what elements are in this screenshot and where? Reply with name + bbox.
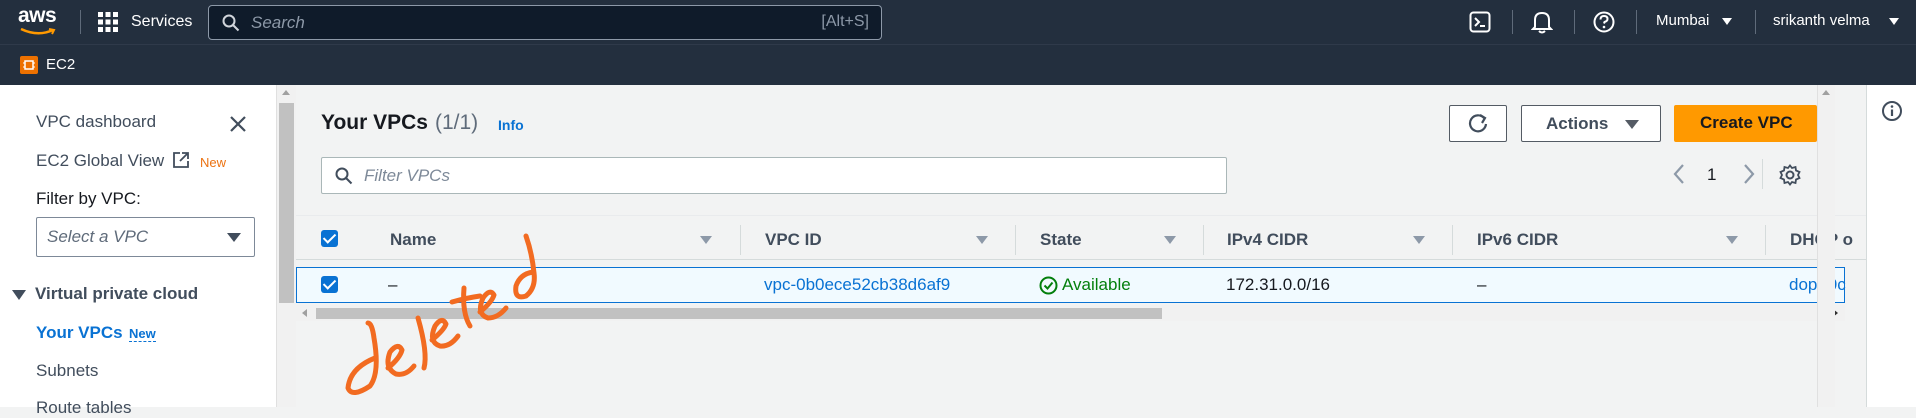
vpc-count: (1/1) — [435, 111, 479, 134]
create-vpc-label: Create VPC — [1700, 113, 1793, 132]
scroll-left-arrow-icon[interactable] — [302, 309, 307, 317]
region-selector[interactable]: Mumbai — [1656, 12, 1736, 34]
scroll-up-arrow-icon[interactable] — [1822, 90, 1830, 95]
close-icon[interactable] — [229, 115, 247, 133]
vpc-filter-placeholder: Select a VPC — [47, 227, 149, 246]
info-link[interactable]: Info — [498, 117, 524, 133]
service-bar: EC2 — [0, 44, 1916, 85]
ec2-icon — [20, 56, 38, 74]
sort-icon[interactable] — [1413, 236, 1425, 244]
grid-icon — [98, 12, 118, 32]
sort-icon[interactable] — [1726, 236, 1738, 244]
select-all-checkbox[interactable] — [321, 230, 338, 247]
column-header-ipv4-cidr[interactable]: IPv4 CIDR — [1227, 230, 1308, 250]
column-divider — [1203, 225, 1204, 255]
nav-divider — [1574, 10, 1575, 34]
refresh-icon — [1468, 114, 1488, 133]
chevron-down-icon — [1722, 18, 1732, 25]
search-shortcut: [Alt+S] — [821, 13, 869, 30]
column-header-vpc-id[interactable]: VPC ID — [765, 230, 822, 250]
row-checkbox[interactable] — [321, 276, 338, 293]
user-label: srikanth velma — [1773, 12, 1870, 29]
sort-icon[interactable] — [976, 236, 988, 244]
chevron-right-icon[interactable] — [1742, 163, 1756, 185]
search-icon — [335, 167, 353, 185]
sidebar: VPC dashboard EC2 Global View New Filter… — [0, 85, 276, 417]
new-badge: New — [129, 326, 156, 342]
filter-vpcs-placeholder: Filter VPCs — [364, 166, 450, 185]
search-icon — [222, 14, 240, 32]
filter-by-vpc-label: Filter by VPC: — [36, 189, 141, 208]
gear-icon[interactable] — [1779, 164, 1801, 186]
cell-vpc-id-link[interactable]: vpc-0b0ece52cb38d6af9 — [764, 275, 950, 295]
sidebar-item-route-tables[interactable]: Route tables — [36, 398, 131, 418]
chevron-down-icon — [1889, 18, 1899, 25]
new-badge: New — [200, 155, 227, 170]
vpc-table-container: Your VPCs (1/1) Info Actions Create VPC … — [296, 85, 1866, 205]
help-icon[interactable] — [1593, 11, 1615, 33]
ec2-shortcut[interactable]: EC2 — [20, 55, 80, 77]
caret-down-icon — [227, 233, 241, 242]
user-menu[interactable]: srikanth velma — [1773, 12, 1899, 34]
nav-divider — [1512, 10, 1513, 34]
search-input[interactable]: Search [Alt+S] — [208, 5, 882, 40]
column-divider — [1452, 225, 1453, 255]
nav-divider — [1636, 10, 1637, 34]
sidebar-item-vpc-dashboard[interactable]: VPC dashboard — [36, 112, 156, 132]
nav-divider — [1755, 10, 1756, 34]
region-label: Mumbai — [1656, 12, 1710, 29]
success-icon — [1039, 276, 1058, 295]
caret-down-icon — [1625, 120, 1639, 129]
search-placeholder: Search — [251, 13, 305, 32]
annotation-text: deleted — [340, 228, 341, 229]
divider — [1762, 159, 1763, 189]
refresh-button[interactable] — [1449, 105, 1507, 142]
sort-icon[interactable] — [1164, 236, 1176, 244]
bell-icon[interactable] — [1531, 10, 1553, 34]
filter-vpcs-input[interactable]: Filter VPCs — [321, 157, 1227, 194]
column-header-ipv6-cidr[interactable]: IPv6 CIDR — [1477, 230, 1558, 250]
services-label: Services — [131, 13, 193, 30]
ec2-label: EC2 — [46, 56, 76, 73]
sidebar-item-subnets[interactable]: Subnets — [36, 361, 98, 381]
scroll-up-arrow-icon[interactable] — [282, 90, 290, 95]
top-nav: aws Services Search [Alt+S] Mumbai srika… — [0, 0, 1916, 44]
cell-ipv6-cidr: – — [1477, 275, 1487, 294]
sidebar-item-ec2-global-view[interactable]: EC2 Global View — [36, 151, 164, 171]
main-scrollbar[interactable] — [1817, 85, 1835, 407]
sort-icon[interactable] — [700, 236, 712, 244]
create-vpc-button[interactable]: Create VPC — [1674, 105, 1817, 142]
external-link-icon — [173, 152, 189, 168]
actions-label: Actions — [1546, 114, 1609, 133]
aws-logo[interactable]: aws — [18, 4, 60, 38]
section-title: Virtual private cloud — [35, 284, 199, 303]
sidebar-scrollbar[interactable] — [276, 85, 296, 407]
services-button[interactable]: Services — [98, 11, 193, 35]
info-icon[interactable] — [1881, 100, 1903, 122]
cell-ipv4-cidr: 172.31.0.0/16 — [1226, 275, 1330, 294]
actions-button[interactable]: Actions — [1521, 105, 1661, 142]
sidebar-item-label: Your VPCs — [36, 323, 123, 342]
cell-state: Available — [1062, 275, 1131, 294]
caret-down-icon — [12, 290, 26, 300]
column-divider — [1765, 225, 1766, 255]
cloudshell-icon[interactable] — [1469, 11, 1491, 33]
tools-panel — [1817, 85, 1916, 407]
section-virtual-private-cloud[interactable]: Virtual private cloud — [12, 284, 262, 308]
nav-divider — [80, 10, 81, 34]
column-divider — [740, 225, 741, 255]
page-number[interactable]: 1 — [1707, 165, 1716, 185]
sidebar-item-your-vpcs[interactable]: Your VPCs New — [36, 323, 216, 347]
handwritten-annotation-deleted: deleted — [340, 228, 590, 408]
scrollbar-thumb[interactable] — [279, 103, 294, 303]
vpc-filter-select[interactable]: Select a VPC — [36, 217, 255, 257]
page-title: Your VPCs — [321, 111, 428, 134]
chevron-left-icon[interactable] — [1672, 163, 1686, 185]
column-divider — [1015, 225, 1016, 255]
column-header-state[interactable]: State — [1040, 230, 1082, 250]
